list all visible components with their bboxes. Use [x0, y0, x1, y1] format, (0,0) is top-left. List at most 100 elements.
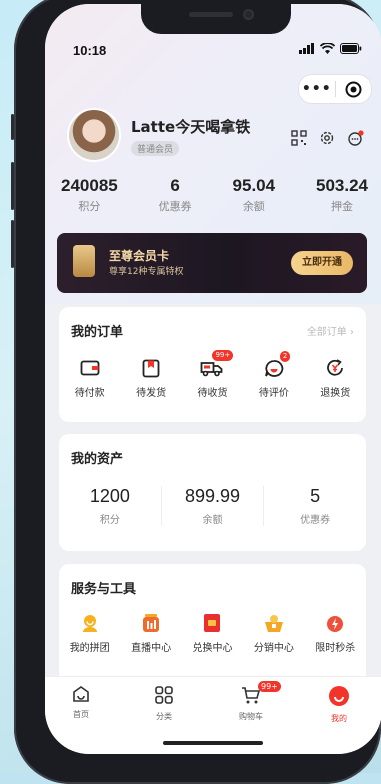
order-label: 退换货	[320, 388, 351, 399]
volume-up-button	[11, 162, 14, 210]
service-distribution-center[interactable]: 分销中心	[244, 612, 304, 654]
stat-value: 240085	[61, 176, 118, 195]
header-actions	[291, 130, 365, 146]
screen: 10:18 ••• Latte今天喝拿铁 普通会员 240085 积分 6 优惠券	[45, 4, 381, 754]
stat-value: 6	[170, 176, 180, 195]
live-icon	[143, 614, 160, 632]
asset-label: 积分	[99, 515, 120, 526]
home-indicator	[163, 741, 263, 745]
asset-value: 5	[310, 486, 321, 506]
assets-card: 我的资产 1200 积分 899.99 余额 5 优惠券	[59, 434, 366, 551]
service-exchange-center[interactable]: 兑换中心	[182, 612, 242, 654]
status-time: 10:18	[73, 43, 107, 58]
message-icon[interactable]	[347, 130, 365, 146]
comment-icon	[264, 359, 284, 377]
service-label: 兑换中心	[192, 643, 233, 654]
stat-label: 余额	[242, 200, 265, 213]
exchange-icon	[204, 614, 221, 632]
wallet-icon	[80, 360, 100, 376]
status-bar: 10:18	[45, 40, 381, 60]
avatar[interactable]	[67, 108, 121, 162]
miniprogram-capsule: •••	[298, 74, 372, 104]
vip-open-button[interactable]: 立即开通	[291, 251, 353, 275]
signal-icon	[299, 43, 314, 54]
service-live-center[interactable]: 直播中心	[121, 612, 181, 654]
notch	[141, 4, 291, 34]
review-count-badge: 2	[279, 351, 291, 362]
stat-value: 95.04	[232, 176, 276, 195]
asset-label: 余额	[202, 515, 223, 526]
tab-profile[interactable]: 我的	[309, 685, 369, 724]
order-label: 待发货	[136, 388, 167, 399]
order-pending-review[interactable]: 2 待评价	[244, 351, 304, 399]
asset-value: 1200	[89, 486, 130, 506]
service-label: 限时秒杀	[315, 643, 356, 654]
orders-card: 我的订单 全部订单 › 待付款 待发货 99+ 待收货 2 待评价 退换货	[59, 307, 366, 422]
tab-home[interactable]: 首页	[51, 685, 111, 720]
distribution-icon	[264, 615, 283, 632]
mute-switch	[11, 114, 14, 140]
close-miniprogram-button[interactable]	[335, 81, 371, 98]
package-icon	[142, 359, 160, 377]
stat-balance[interactable]: 95.04 余额	[233, 176, 276, 214]
vip-subtitle: 尊享12种专属特权	[109, 267, 184, 277]
stat-points[interactable]: 240085 积分	[61, 176, 118, 214]
stat-value: 503.24	[316, 176, 368, 195]
category-icon	[155, 686, 173, 704]
stat-label: 优惠券	[158, 200, 192, 213]
qr-code-icon[interactable]	[291, 130, 307, 146]
vip-title: 至尊会员卡	[109, 249, 170, 263]
stat-coupons[interactable]: 6 优惠券	[159, 176, 192, 214]
stat-deposit[interactable]: 503.24 押金	[316, 176, 368, 214]
tab-label: 购物车	[239, 712, 263, 721]
service-flash-sale[interactable]: 限时秒杀	[305, 612, 365, 654]
service-label: 直播中心	[131, 643, 172, 654]
battery-icon	[340, 43, 362, 54]
orders-title: 我的订单	[71, 325, 124, 340]
assets-title: 我的资产	[71, 452, 124, 467]
refund-icon	[327, 359, 344, 376]
services-title: 服务与工具	[71, 582, 137, 597]
order-refund[interactable]: 退换货	[305, 357, 365, 399]
phone-frame: 10:18 ••• Latte今天喝拿铁 普通会员 240085 积分 6 优惠券	[11, 0, 381, 784]
asset-value: 899.99	[184, 486, 241, 506]
cart-count-badge: 99+	[258, 681, 281, 692]
group-buy-icon	[82, 615, 97, 632]
home-icon	[73, 686, 89, 702]
target-icon	[345, 81, 362, 97]
stat-label: 积分	[78, 200, 101, 213]
stat-label: 押金	[331, 200, 353, 213]
service-label: 我的拼团	[69, 643, 110, 654]
asset-balance[interactable]: 899.99 余额	[160, 486, 264, 526]
profile-icon	[329, 686, 349, 706]
user-name: Latte今天喝拿铁	[131, 118, 251, 136]
order-pending-payment[interactable]: 待付款	[60, 357, 120, 399]
tab-label: 首页	[73, 710, 89, 719]
more-button[interactable]: •••	[299, 81, 335, 97]
order-label: 待付款	[74, 388, 105, 399]
flash-sale-icon	[327, 616, 344, 632]
order-label: 待评价	[258, 388, 289, 399]
all-orders-link[interactable]: 全部订单 ›	[307, 323, 354, 338]
tab-label: 我的	[331, 714, 347, 723]
asset-coupons[interactable]: 5 优惠券	[263, 486, 366, 526]
asset-label: 优惠券	[300, 515, 331, 526]
settings-gear-icon[interactable]	[319, 130, 335, 146]
service-group-buy[interactable]: 我的拼团	[60, 612, 120, 654]
vip-medal-icon	[73, 245, 95, 277]
truck-icon	[201, 362, 223, 377]
tab-category[interactable]: 分类	[134, 685, 194, 722]
speaker	[189, 12, 233, 17]
vip-banner[interactable]: 至尊会员卡 尊享12种专属特权 立即开通	[57, 233, 367, 293]
service-label: 分销中心	[253, 643, 294, 654]
asset-points[interactable]: 1200 积分	[59, 486, 161, 526]
receipt-count-badge: 99+	[212, 350, 234, 361]
tab-label: 分类	[156, 712, 172, 721]
order-label: 待收货	[197, 388, 228, 399]
tab-cart[interactable]: 99+ 购物车	[221, 681, 281, 722]
wifi-icon	[320, 43, 335, 54]
member-level-badge: 普通会员	[131, 141, 180, 156]
order-pending-receipt[interactable]: 99+ 待收货	[182, 350, 242, 399]
front-camera	[243, 9, 254, 20]
order-pending-shipment[interactable]: 待发货	[121, 357, 181, 399]
